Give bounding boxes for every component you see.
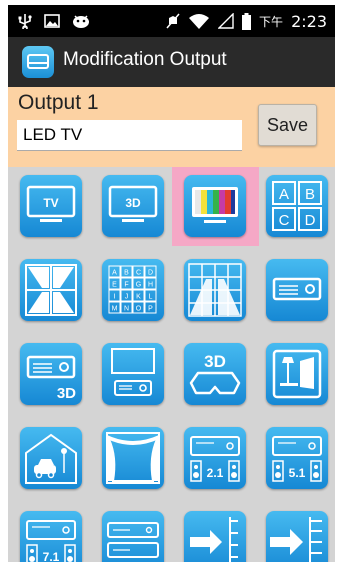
glasses-3d-icon: 3D <box>189 352 241 395</box>
save-button[interactable]: Save <box>258 104 317 146</box>
output-label: Output 1 <box>18 91 99 114</box>
sixteen-letter: C <box>136 270 141 277</box>
quad-view-icon: A B C D <box>272 181 322 231</box>
projector-3d-icon: 3D <box>26 355 76 402</box>
tile-tv-3d[interactable]: 3D <box>102 175 164 237</box>
android-icon <box>73 15 89 28</box>
tile-video-wall[interactable] <box>184 259 246 321</box>
projector-screen-icon <box>111 348 155 396</box>
tile-receiver-7-1-label: 7.1 <box>43 550 60 562</box>
sixteen-letter: D <box>148 270 153 277</box>
output-device-icon[interactable] <box>22 46 54 78</box>
sixteen-letter: I <box>114 294 116 301</box>
quad-letter-b: B <box>305 186 315 203</box>
output-panel: Output 1 Save <box>8 87 335 167</box>
tile-monitor[interactable] <box>184 175 246 237</box>
action-bar: Modification Output <box>8 37 335 87</box>
usb-icon <box>18 14 32 29</box>
receiver-7-1-icon: 7.1 <box>26 520 76 562</box>
sixteen-letter: B <box>124 270 129 277</box>
status-bar-clock: 2:23 <box>291 11 327 31</box>
dvd-player-icon <box>107 522 159 558</box>
tile-tv-3d-label: 3D <box>125 196 141 210</box>
status-bar-ampm: 下午 <box>259 14 284 29</box>
receiver-2-1-icon: 2.1 <box>190 436 240 482</box>
sixteen-letter: A <box>112 270 117 277</box>
battery-icon <box>242 12 252 30</box>
sixteen-letter: P <box>148 306 153 313</box>
sixteen-letter: N <box>124 306 129 313</box>
quad-letter-c: C <box>279 212 290 229</box>
sixteen-letter: G <box>136 282 141 289</box>
output-type-grid: TV 3D A B C D A B C D E F G H I J K L M … <box>8 167 335 562</box>
tile-receiver-2-1[interactable]: 2.1 <box>184 427 246 489</box>
wifi-icon <box>189 14 210 29</box>
status-bar-notifications <box>18 5 90 37</box>
output-name-input[interactable] <box>17 120 242 151</box>
tile-receiver-2-1-label: 2.1 <box>207 466 224 480</box>
theater-curtain-icon <box>106 432 160 484</box>
quad-letter-d: D <box>305 212 316 229</box>
mute-icon <box>166 13 180 29</box>
sixteen-letter-grid: A B C D E F G H I J K L M N O P <box>108 265 157 314</box>
image-icon <box>44 14 60 28</box>
tile-splitter[interactable] <box>184 511 246 562</box>
tile-tv-label: TV <box>43 196 58 210</box>
tile-quad-view[interactable]: A B C D <box>266 175 328 237</box>
tv-3d-icon: 3D <box>108 185 158 222</box>
tile-3d-glasses[interactable]: 3D <box>184 343 246 405</box>
receiver-5-1-icon: 5.1 <box>272 436 322 482</box>
tile-projector-3d-label: 3D <box>57 385 76 402</box>
sixteen-letter: F <box>124 282 128 289</box>
tile-screen-lamp[interactable] <box>266 343 328 405</box>
sixteen-letter: J <box>125 294 129 301</box>
projector-icon <box>272 277 322 301</box>
tile-splitter-wide[interactable] <box>266 511 328 562</box>
sixteen-letter: E <box>112 282 117 289</box>
quad-letter-a: A <box>279 186 289 203</box>
tile-3d-glasses-label: 3D <box>204 352 226 371</box>
splitter-arrow-icon <box>190 517 238 562</box>
sixteen-letter: K <box>136 294 141 301</box>
garage-car-icon <box>25 433 77 484</box>
sixteen-letter: H <box>148 282 153 289</box>
tv-icon: TV <box>26 185 76 222</box>
tile-sixteen-view[interactable]: ABCD EF GH I JK L MNOP <box>102 259 164 321</box>
tile-garage[interactable] <box>20 427 82 489</box>
tile-projector-3d[interactable]: 3D <box>20 343 82 405</box>
road-icon <box>25 264 77 316</box>
video-wall-icon <box>188 263 242 317</box>
tile-receiver-5-1[interactable]: 5.1 <box>266 427 328 489</box>
splitter-arrow-wide-icon <box>270 517 322 562</box>
tile-receiver-5-1-label: 5.1 <box>289 466 306 480</box>
sixteen-letter: L <box>149 294 153 301</box>
tile-tv[interactable]: TV <box>20 175 82 237</box>
color-bars-monitor-icon <box>192 187 238 223</box>
tile-theater[interactable] <box>102 427 164 489</box>
app-screen: 下午 2:23 Modification Output Output 1 Sav… <box>8 5 335 562</box>
screen-lamp-icon <box>272 349 322 399</box>
tile-receiver-7-1[interactable]: 7.1 <box>20 511 82 562</box>
tile-projector[interactable] <box>266 259 328 321</box>
status-bar-system: 下午 2:23 <box>166 5 327 37</box>
sixteen-letter: M <box>112 306 118 313</box>
status-bar: 下午 2:23 <box>8 5 335 37</box>
app-title: Modification Output <box>63 49 227 70</box>
tile-projector-screen[interactable] <box>102 343 164 405</box>
sixteen-letter: O <box>136 306 142 313</box>
tile-dvd-player[interactable] <box>102 511 164 562</box>
sixteen-view-icon: A B C D E F G H I J K L M N O P <box>108 265 157 314</box>
signal-icon <box>218 13 234 29</box>
tile-road[interactable] <box>20 259 82 321</box>
